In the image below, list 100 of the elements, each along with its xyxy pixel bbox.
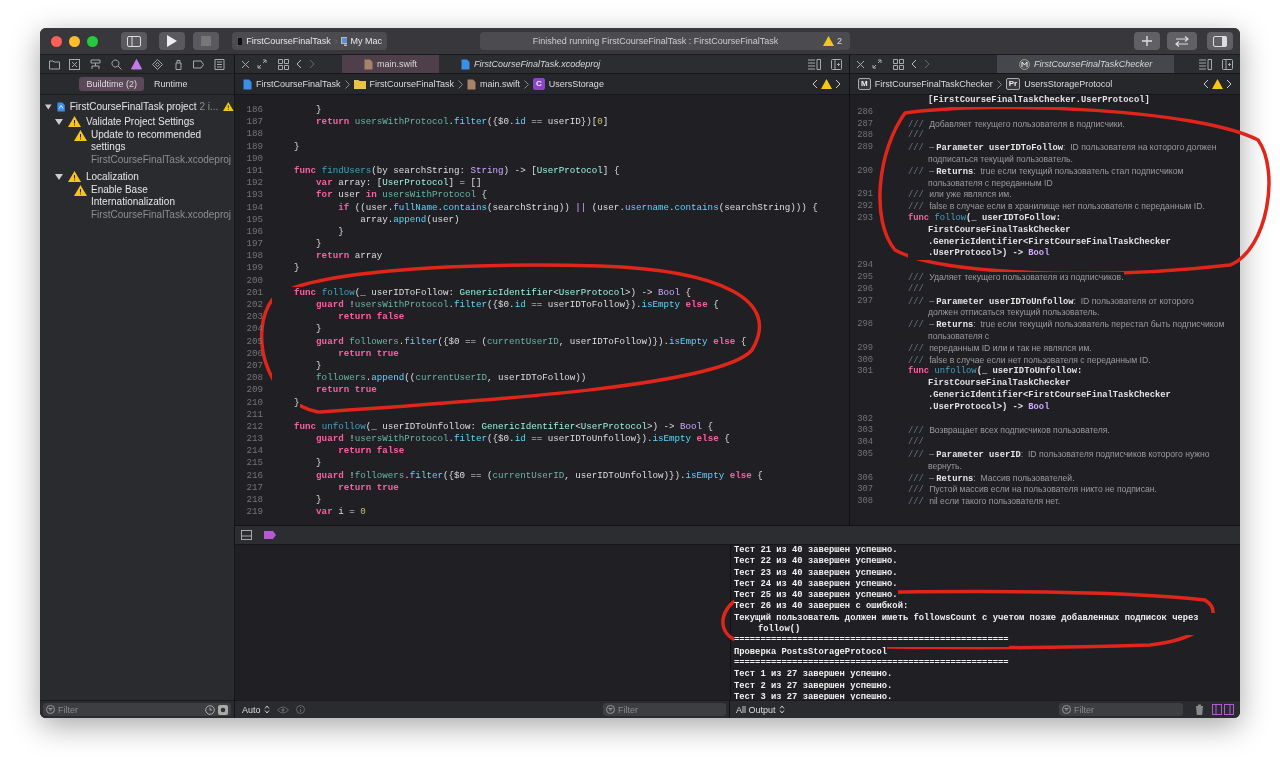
sidebar-toggle-button[interactable] xyxy=(121,32,147,50)
warning-icon xyxy=(823,36,834,46)
line-number: 190 xyxy=(245,152,263,165)
warning-count: 2 xyxy=(837,36,842,46)
folder-icon[interactable] xyxy=(48,58,60,70)
list-icon[interactable] xyxy=(214,58,226,70)
split-view-icon[interactable] xyxy=(1212,704,1234,715)
issue-group[interactable]: Validate Project Settings xyxy=(86,116,195,127)
eye-icon[interactable] xyxy=(276,705,289,714)
line-number: 295 xyxy=(856,271,873,284)
segment-tab[interactable]: Buildtime (2) xyxy=(79,77,144,91)
warning-icon[interactable] xyxy=(1212,79,1223,89)
swift-file-icon xyxy=(467,78,477,90)
minimize-button[interactable] xyxy=(69,35,80,47)
monitor-icon xyxy=(341,36,347,46)
trash-icon[interactable] xyxy=(1195,704,1204,715)
run-button[interactable] xyxy=(159,32,185,50)
version-editor-button[interactable] xyxy=(1167,32,1197,50)
editor-tab[interactable]: main.swift xyxy=(342,55,439,73)
filter-icon xyxy=(606,705,615,714)
disclosure-icon[interactable] xyxy=(55,117,63,126)
line-number: 298 xyxy=(856,319,873,331)
line-number: 288 xyxy=(856,130,873,143)
line-number: 211 xyxy=(245,408,263,421)
gear-icon[interactable] xyxy=(218,704,228,715)
line-number: 289 xyxy=(856,142,873,154)
grid-icon[interactable] xyxy=(893,58,904,70)
close-icon[interactable] xyxy=(856,59,865,69)
previous-issue-icon[interactable] xyxy=(812,79,818,89)
inspector-toggle-button[interactable] xyxy=(1207,32,1233,50)
line-number: 208 xyxy=(245,372,263,385)
line-number: 294 xyxy=(856,260,873,272)
back-icon[interactable] xyxy=(911,59,917,69)
line-number: 217 xyxy=(245,481,263,494)
line-number: 292 xyxy=(856,201,873,213)
disclosure-icon[interactable] xyxy=(55,172,63,181)
module-icon xyxy=(1019,58,1030,70)
line-number: 203 xyxy=(245,311,263,324)
issue-title[interactable]: Enable Base Internationalization xyxy=(91,184,216,208)
expand-icon[interactable] xyxy=(872,59,882,69)
swap-arrows-icon xyxy=(1174,35,1190,47)
next-issue-icon[interactable] xyxy=(1226,79,1232,89)
forward-icon[interactable] xyxy=(924,59,930,69)
project-file-icon xyxy=(56,100,65,113)
panel-icon[interactable] xyxy=(241,530,252,540)
symbol-badge: C xyxy=(533,78,545,90)
line-number: 296 xyxy=(856,283,873,296)
info-icon[interactable] xyxy=(295,705,305,714)
filter-icon xyxy=(46,705,55,714)
add-editor-icon[interactable] xyxy=(831,58,842,70)
chevron-icon xyxy=(524,79,530,89)
line-number: 303 xyxy=(856,425,873,438)
editor-tab[interactable]: FirstCourseFinalTaskChecker xyxy=(997,55,1175,73)
filter-field[interactable]: Filter xyxy=(1059,703,1183,716)
scope-selector[interactable]: Auto xyxy=(242,704,270,715)
issue-count: 2 i... xyxy=(199,101,219,112)
warning-icon[interactable] xyxy=(821,79,832,89)
issue-title[interactable]: Update to recommended settings xyxy=(91,129,216,153)
previous-issue-icon[interactable] xyxy=(1203,79,1209,89)
tag-icon[interactable] xyxy=(193,58,205,70)
grid-icon[interactable] xyxy=(278,58,289,70)
warning-icon xyxy=(223,101,234,112)
line-number: 188 xyxy=(245,128,263,141)
project-issue-item[interactable]: FirstCourseFinalTask project xyxy=(69,101,197,112)
disclosure-icon[interactable] xyxy=(45,102,52,111)
line-number: 196 xyxy=(245,225,263,239)
back-icon[interactable] xyxy=(296,59,302,69)
diamond-icon[interactable] xyxy=(152,58,164,70)
line-number: 198 xyxy=(245,250,263,263)
scheme-selector[interactable]: FirstCourseFinalTask My Mac xyxy=(232,32,387,50)
search-icon[interactable] xyxy=(110,58,122,70)
lines-icon[interactable] xyxy=(1199,58,1212,70)
line-number: 212 xyxy=(245,420,263,434)
editor-tab[interactable]: FirstCourseFinalTask.xcodeproj xyxy=(439,55,623,73)
breakpoint-icon[interactable] xyxy=(264,531,276,539)
line-number: 213 xyxy=(245,433,263,446)
forward-icon[interactable] xyxy=(309,59,315,69)
line-number: 286 xyxy=(856,106,873,119)
line-number: 306 xyxy=(856,472,873,485)
output-selector[interactable]: All Output xyxy=(736,704,785,715)
zoom-button[interactable] xyxy=(87,35,98,47)
jump-label: UsersStorageProtocol xyxy=(1024,79,1113,89)
warn-icon[interactable] xyxy=(131,58,143,70)
clock-icon[interactable] xyxy=(205,704,215,715)
close-button[interactable] xyxy=(51,35,62,47)
close-icon[interactable] xyxy=(241,59,250,69)
line-number: 307 xyxy=(856,484,873,497)
tree-icon[interactable] xyxy=(90,58,102,70)
next-issue-icon[interactable] xyxy=(835,79,841,89)
segment-tab[interactable]: Runtime xyxy=(147,77,195,91)
add-button[interactable] xyxy=(1134,32,1160,50)
issue-group[interactable]: Localization xyxy=(86,171,139,182)
line-number: 290 xyxy=(856,165,873,178)
filter-field[interactable]: Filter xyxy=(603,703,726,716)
add-editor-icon[interactable] xyxy=(1222,58,1233,70)
updown-icon xyxy=(778,705,785,714)
issue-path: FirstCourseFinalTask.xcodeproj xyxy=(91,154,232,166)
expand-icon[interactable] xyxy=(257,59,267,69)
filter-field[interactable]: Filter xyxy=(43,703,231,716)
lines-icon[interactable] xyxy=(808,58,821,70)
